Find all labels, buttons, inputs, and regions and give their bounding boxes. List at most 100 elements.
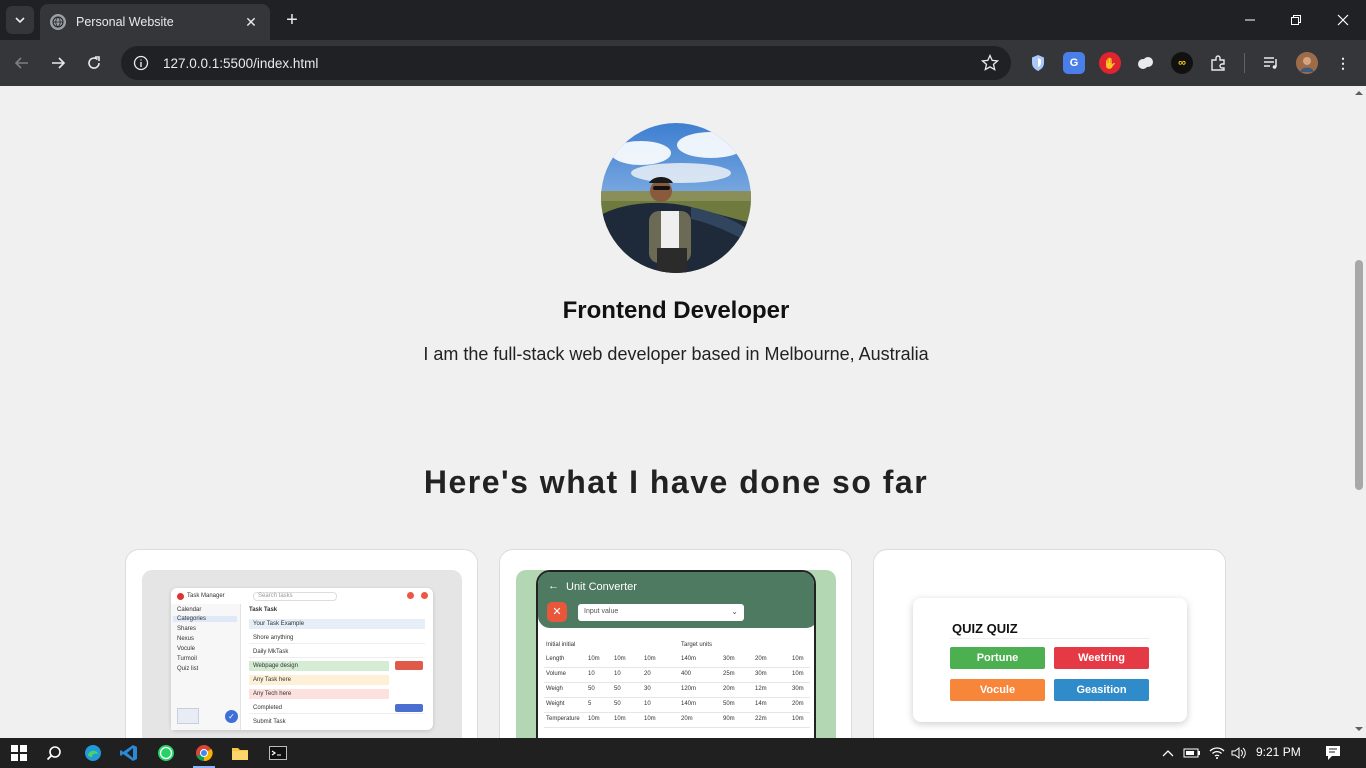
converter-input-placeholder: Input value [584,608,619,615]
wifi-icon[interactable] [1206,742,1228,764]
converter-cell: 50 [614,686,621,692]
close-window-button[interactable] [1320,0,1366,40]
site-info-icon[interactable] [133,55,149,71]
converter-cell: 10 [614,671,621,677]
converter-cell: 30m [723,656,735,662]
mini-calendar-icon [177,708,199,724]
restore-button[interactable] [1273,0,1319,40]
converter-cell: 50 [588,686,595,692]
chrome-menu-icon[interactable]: ⋮ [1332,52,1354,74]
converter-row-label: Length [546,656,565,662]
forward-button[interactable] [44,49,72,77]
task-app-window: Task Manager Search tasks Calendar Categ… [171,588,433,730]
bookmark-star-icon[interactable] [981,54,999,72]
converter-row-divider [544,682,810,683]
quiz-panel: QUIZ QUIZ Portune Weetring Vocule Geasit… [913,598,1187,722]
converter-cell: 30m [755,671,767,677]
whatsapp-icon[interactable] [155,742,177,764]
new-tab-button[interactable]: + [280,8,304,32]
app-logo-icon [177,593,184,600]
quiz-answer-button: Geasition [1054,679,1149,701]
task-row: Your Task Example [249,619,425,629]
project-card-task-manager[interactable]: Task Manager Search tasks Calendar Categ… [125,549,478,738]
page-viewport: Frontend Developer I am the full-stack w… [0,86,1352,738]
converter-cell: 10m [792,716,804,722]
sidebar-item: Shares [177,626,197,632]
browser-toolbar: 127.0.0.1:5500/index.html G ✋ ∞ ⋮ [0,40,1366,86]
extensions-puzzle-icon[interactable] [1207,52,1229,74]
close-icon [1337,14,1349,26]
windows-start-icon[interactable] [8,742,30,764]
converter-cell: 400 [681,671,692,677]
profile-avatar-icon[interactable] [1296,52,1318,74]
browser-tab[interactable]: Personal Website ✕ [40,4,270,40]
converter-row-divider [544,712,810,713]
converter-cell: 50 [614,701,621,707]
quiz-answer-button: Portune [950,647,1045,669]
project-card-unit-converter[interactable]: ← Unit Converter ✕ Input value ⌄ Initial… [499,549,852,738]
back-button[interactable] [8,49,36,77]
tab-search-button[interactable] [6,6,34,34]
terminal-icon[interactable] [267,742,289,764]
search-icon[interactable] [43,742,65,764]
minimize-button[interactable] [1227,0,1273,40]
hero-subtitle: I am the full-stack web developer based … [423,344,929,364]
page-scrollbar[interactable] [1352,86,1366,738]
task-app-name: Task Manager [187,593,225,599]
chevron-up-icon[interactable] [1157,742,1179,764]
tab-close-icon[interactable]: ✕ [242,14,260,31]
task-list-header: Task Task [249,607,278,613]
converter-cell: 10m [792,656,804,662]
file-explorer-icon[interactable] [229,742,251,764]
converter-input-select: Input value ⌄ [578,604,744,621]
notification-icon [407,592,414,599]
scroll-down-icon[interactable] [1352,724,1366,734]
converter-cell: 30 [644,686,651,692]
converter-cell: 5 [588,701,592,707]
battery-icon[interactable] [1181,742,1203,764]
notifications-icon[interactable] [1322,742,1344,764]
translate-extension-icon[interactable]: G [1063,52,1085,74]
converter-cell: 12m [755,686,767,692]
vscode-icon[interactable] [118,742,140,764]
converter-cell: 10m [588,656,600,662]
task-row: Submit Task [253,719,286,725]
stop-hand-extension-icon[interactable]: ✋ [1099,52,1121,74]
puzzle-cloud-extension-icon[interactable] [1135,52,1157,74]
chevron-down-icon: ⌄ [731,607,738,616]
volume-icon[interactable] [1228,742,1250,764]
reload-button[interactable] [80,49,108,77]
address-bar[interactable]: 127.0.0.1:5500/index.html [121,46,1011,80]
profile-photo [601,123,751,273]
project-card-quiz[interactable]: QUIZ QUIZ Portune Weetring Vocule Geasit… [873,549,1226,738]
quiz-answer-button: Weetring [1054,647,1149,669]
converter-row-divider [544,667,810,668]
shield-extension-icon[interactable] [1027,52,1049,74]
converter-cell: 10m [792,671,804,677]
url-text[interactable]: 127.0.0.1:5500/index.html [163,56,981,71]
converter-row-label: Weigh [546,686,563,692]
scroll-up-icon[interactable] [1352,88,1366,98]
task-row: Any Tech here [249,689,389,699]
converter-cell: 14m [755,701,767,707]
edge-browser-icon[interactable] [82,742,104,764]
quiz-divider [950,638,1150,639]
converter-phone-frame: ← Unit Converter ✕ Input value ⌄ Initial… [536,570,816,738]
converter-cell: 10m [614,716,626,722]
taskbar-clock[interactable]: 9:21 PM [1256,745,1301,759]
hero-title: Frontend Developer [562,297,790,324]
converter-cell: 25m [723,671,735,677]
converter-cell: 50m [723,701,735,707]
quiz-answer-button: Vocule [950,679,1045,701]
scrollbar-thumb[interactable] [1355,260,1363,490]
converter-col-initial: Initial initial [546,642,576,648]
converter-row-label: Temperature [546,716,580,722]
converter-cell: 20m [723,686,735,692]
project-thumbnail: ← Unit Converter ✕ Input value ⌄ Initial… [516,570,836,738]
converter-cell: 140m [681,656,697,662]
media-control-icon[interactable] [1260,52,1282,74]
infinity-extension-icon[interactable]: ∞ [1171,52,1193,74]
chrome-icon[interactable] [193,742,215,764]
converter-cell: 20 [644,671,651,677]
toolbar-separator [1244,53,1245,73]
